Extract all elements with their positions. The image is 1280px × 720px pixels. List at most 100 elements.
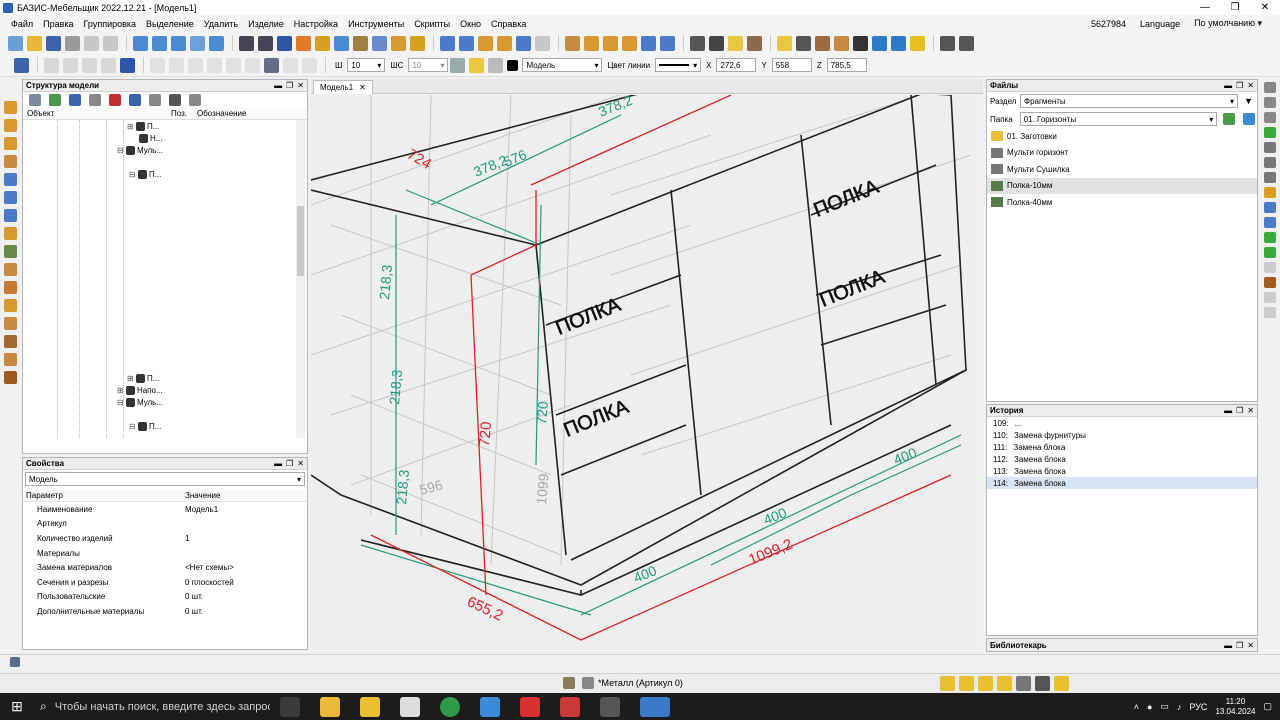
draw-icon[interactable] [315,35,330,51]
move-icon[interactable] [207,57,222,73]
strip-icon-12[interactable] [1264,247,1276,258]
menu-delete[interactable]: Удалить [199,19,243,29]
menu-file[interactable]: Файл [6,19,38,29]
frame-tool-icon[interactable] [4,209,17,222]
menu-settings[interactable]: Настройка [289,19,343,29]
panel-float-icon[interactable]: ❐ [286,81,293,90]
furniture-icon[interactable] [815,35,830,51]
property-row[interactable]: Наименование Модель1 [23,502,307,517]
history-item[interactable]: 109:... [987,417,1257,429]
folder-search-icon[interactable] [1243,113,1255,125]
status-tool-3[interactable] [978,676,993,691]
package-icon[interactable] [834,35,849,51]
layer-dropdown[interactable]: Модель ▾ [522,58,603,72]
door-tool-icon[interactable] [4,173,17,186]
tree-remove-icon[interactable] [109,94,121,106]
tab-close-icon[interactable]: ✕ [359,83,366,92]
zoom-all-icon[interactable] [152,35,167,51]
render-icon[interactable] [910,35,925,51]
crop-icon[interactable] [959,35,974,51]
panel-icon[interactable] [565,35,580,51]
report-icon[interactable] [872,35,887,51]
dimension-icon[interactable] [372,35,387,51]
property-row[interactable]: Сечения и разрезы 0 плоскостей [23,575,307,590]
strip-icon-6[interactable] [1264,157,1276,168]
drawer-icon[interactable] [622,35,637,51]
edge-icon[interactable] [4,263,17,276]
stack-icon[interactable] [4,353,17,366]
strip-icon-1[interactable] [1264,82,1276,93]
filter-icon[interactable]: ▼ [1244,96,1253,106]
panel-close-icon[interactable]: ✕ [297,459,304,468]
maximize-icon[interactable]: ❐ [1220,2,1250,13]
line-style-dropdown[interactable]: ▾ [655,58,702,72]
status-tool-2[interactable] [959,676,974,691]
sphere-icon[interactable] [4,299,17,312]
panel-close-icon[interactable]: ✕ [297,81,304,90]
array-icon[interactable] [150,57,165,73]
grid-icon[interactable] [258,35,273,51]
strip-icon-5[interactable] [1264,142,1276,153]
tree-node[interactable]: ⊟ Муль... [117,144,163,156]
strip-icon-9[interactable] [1264,202,1276,213]
hardware-icon[interactable] [690,35,705,51]
taskbar-search[interactable]: Чтобы начать поиск, введите здесь запрос [55,701,270,713]
view-iso-icon[interactable] [516,35,531,51]
property-row[interactable]: Дополнительные материалы 0 шт. [23,604,307,619]
strip-icon-8[interactable] [1264,187,1276,198]
zoom-icon[interactable] [190,35,205,51]
zoom-window-icon[interactable] [133,35,148,51]
section-dropdown[interactable]: Фрагменты ▾ [1020,94,1238,108]
dimension-tool-icon[interactable] [120,57,135,73]
panel-min-icon[interactable]: ▬ [1224,81,1232,90]
cut-icon[interactable] [796,35,811,51]
property-row[interactable]: Замена материалов <Нет схемы> [23,560,307,575]
tree-link-icon[interactable] [89,94,101,106]
panel-close-icon[interactable]: ✕ [1247,641,1254,650]
status-tool-7[interactable] [1054,676,1069,691]
box-icon[interactable] [584,35,599,51]
tree-node[interactable]: ⊟ П... [129,168,161,180]
search-icon[interactable]: ⌕ [40,699,47,714]
print-icon[interactable] [65,35,80,51]
drawer-tool-icon[interactable] [4,191,17,204]
panel-horizontal-icon[interactable] [4,119,17,132]
history-item[interactable]: 113: Замена блока [987,465,1257,477]
tray-chevron-icon[interactable]: ˄ [1134,702,1139,712]
panel-float-icon[interactable]: ❐ [1236,406,1243,415]
col-object[interactable]: Объект [23,109,171,118]
wc-field[interactable]: 10 ▾ [408,58,449,72]
strip-icon-16[interactable] [1264,307,1276,318]
eye-icon[interactable] [891,35,906,51]
tree-filter-icon[interactable] [189,94,201,106]
strip-icon-13[interactable] [1264,262,1276,273]
mail-icon[interactable] [399,696,420,717]
view-left-icon[interactable] [478,35,493,51]
lock-icon[interactable] [488,57,504,73]
tree-find-icon[interactable] [129,94,141,106]
layer-color-swatch[interactable] [507,59,519,71]
panel-float-icon[interactable]: ❐ [1236,81,1243,90]
status-tool-1[interactable] [940,676,955,691]
anydesk-icon[interactable] [519,696,540,717]
facade-icon[interactable] [660,35,675,51]
panel-float-icon[interactable]: ❐ [286,459,293,468]
new-file-icon[interactable] [8,35,23,51]
menu-group[interactable]: Группировка [79,19,141,29]
scale-icon[interactable] [245,57,260,73]
check-icon[interactable] [709,35,724,51]
tree-node[interactable]: Н... [139,132,162,144]
store-icon[interactable] [359,696,380,717]
cabinet-icon[interactable] [603,35,618,51]
rotate-view-icon[interactable] [535,35,550,51]
x-field[interactable]: 272,6 [716,58,757,72]
history-item[interactable]: 114: Замена блока [987,477,1257,489]
view-front-icon[interactable] [440,35,455,51]
minimize-icon[interactable]: — [1190,2,1220,13]
settings-gear-icon[interactable] [940,35,955,51]
language-indicator[interactable]: РУС [1189,702,1207,712]
status-tool-5[interactable] [1016,676,1031,691]
menu-window[interactable]: Окно [455,19,486,29]
tree-expand-icon[interactable] [29,94,41,106]
door-icon[interactable] [641,35,656,51]
